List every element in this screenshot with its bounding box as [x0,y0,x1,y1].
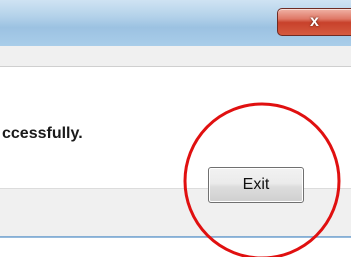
exit-button[interactable]: Exit [208,167,304,203]
title-bar: x [0,0,351,46]
background [0,238,351,257]
dialog-body: ccessfully. [0,46,351,246]
status-message: ccessfully. [2,125,83,142]
close-button[interactable]: x [277,8,351,36]
close-icon: x [310,13,319,30]
